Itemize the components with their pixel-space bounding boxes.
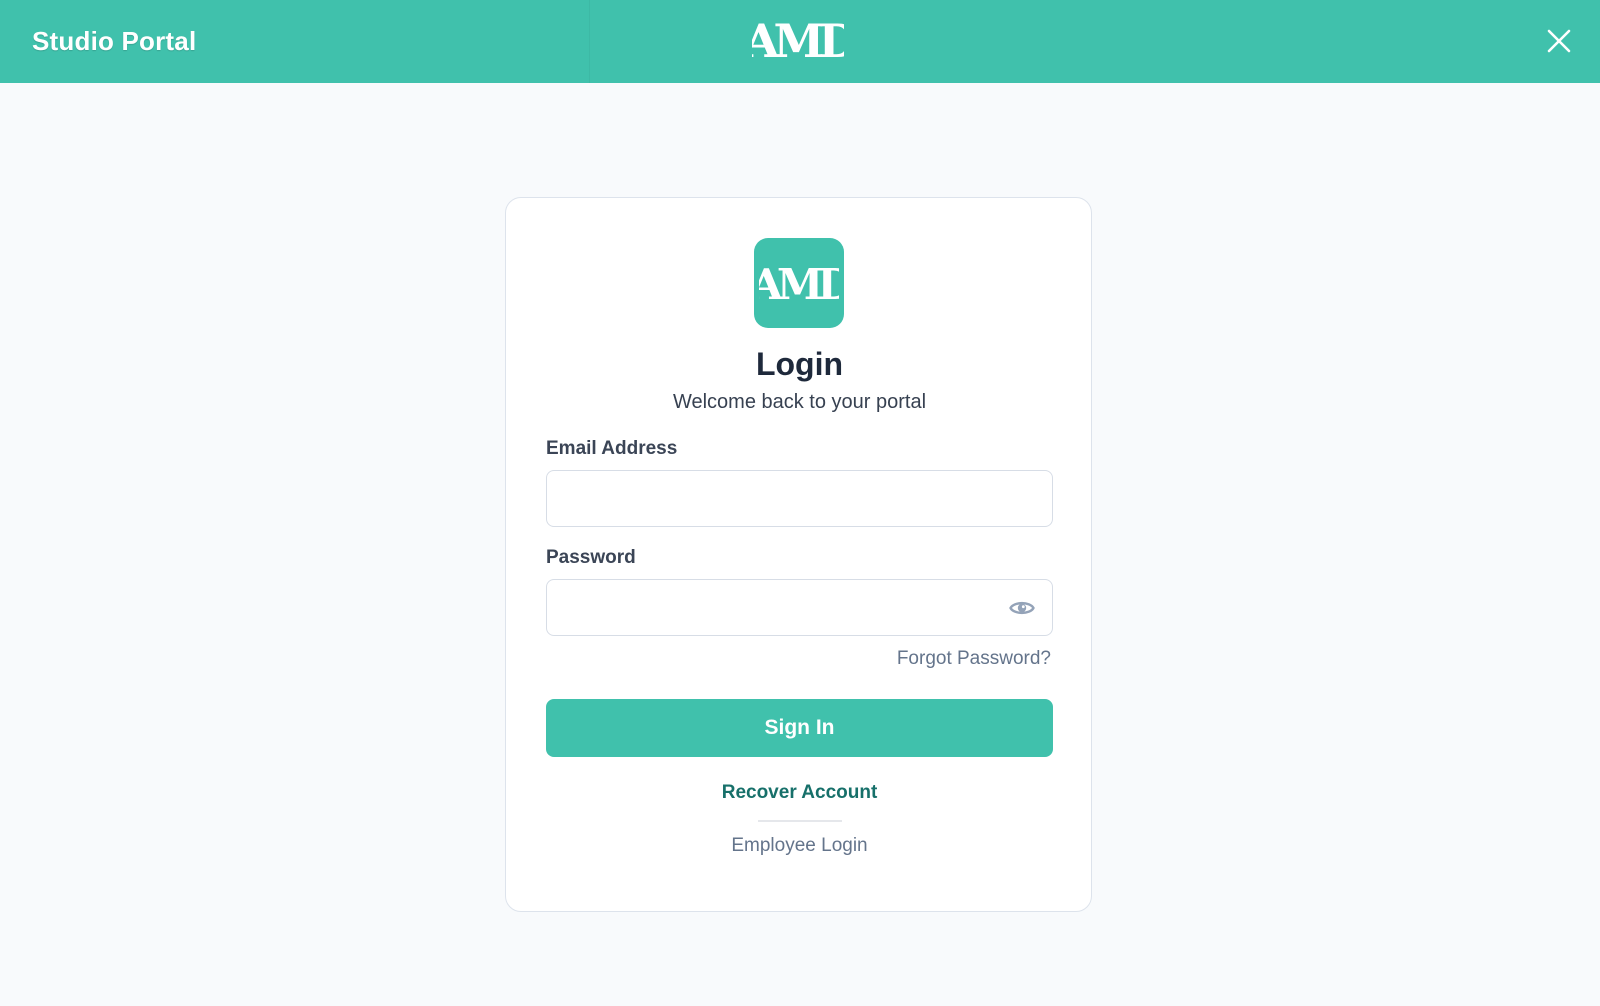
password-field[interactable]: [547, 580, 1052, 635]
employee-login-link[interactable]: Employee Login: [506, 835, 1093, 857]
page-subtitle: Welcome back to your portal: [672, 391, 927, 413]
close-icon: [1547, 29, 1571, 53]
brand-logo-header: AMD: [752, 14, 844, 68]
show-password-toggle[interactable]: [1008, 596, 1036, 620]
brand-logo-mark: AMD: [759, 260, 839, 309]
email-label: Email Address: [546, 438, 678, 459]
password-field-container: [546, 579, 1053, 636]
email-field[interactable]: [547, 471, 1052, 526]
top-bar-left: Studio Portal: [0, 0, 590, 83]
page-title: Login: [755, 346, 844, 382]
sign-in-button[interactable]: Sign In: [546, 699, 1053, 757]
password-label: Password: [546, 547, 636, 568]
eye-icon: [1009, 601, 1035, 615]
top-bar: Studio Portal AMD: [0, 0, 1600, 83]
app-title: Studio Portal: [32, 26, 197, 56]
recover-account-link[interactable]: Recover Account: [506, 782, 1093, 804]
login-card: AMD Login Welcome back to your portal Em…: [505, 197, 1092, 912]
forgot-password-link[interactable]: Forgot Password?: [897, 648, 1051, 670]
svg-text:AMD: AMD: [759, 260, 839, 309]
email-field-container: [546, 470, 1053, 527]
svg-text:AMD: AMD: [752, 14, 844, 68]
close-button[interactable]: [1542, 24, 1576, 58]
divider: [758, 820, 842, 822]
brand-logo-card: AMD: [754, 238, 844, 328]
